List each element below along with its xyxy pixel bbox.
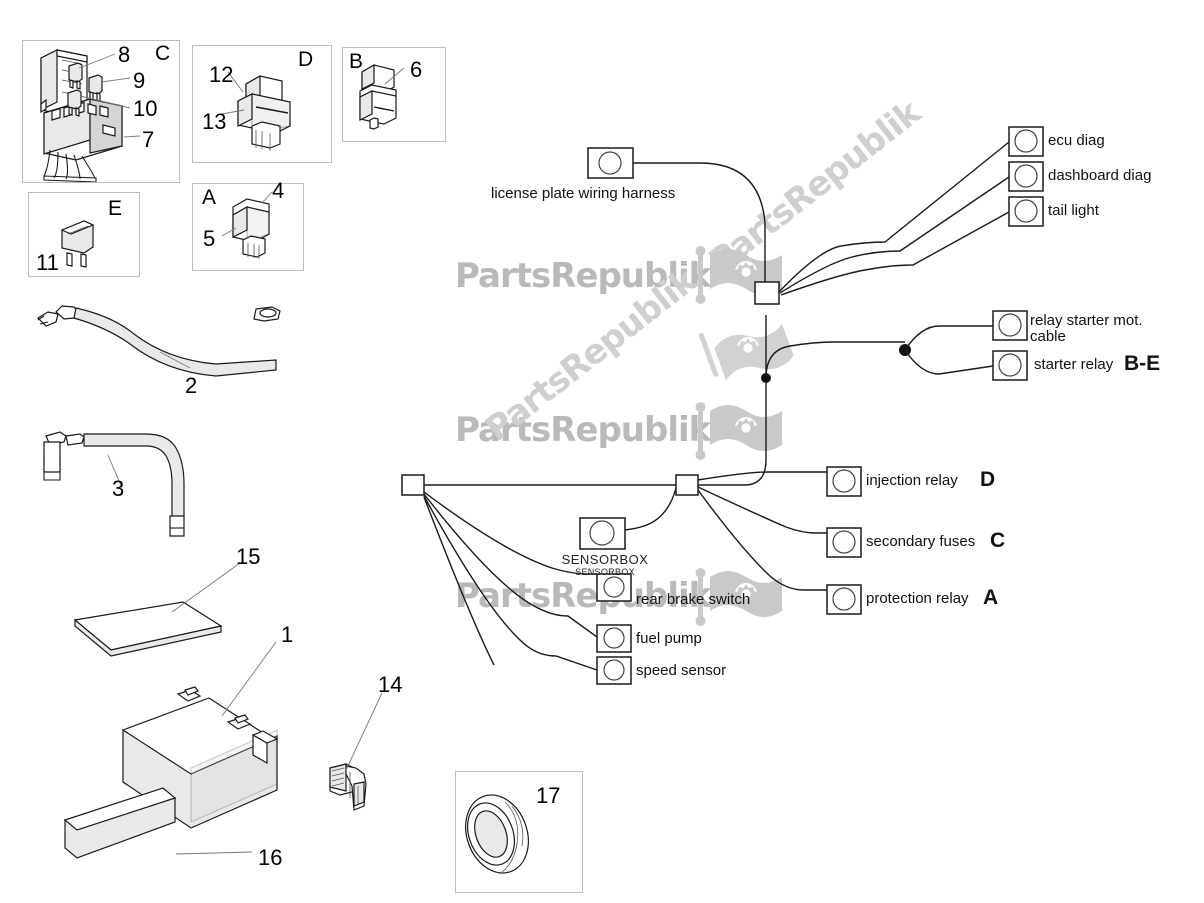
wire-ecu-diag	[778, 141, 1010, 293]
label-license-plate-wiring-harness: license plate wiring harness	[491, 185, 676, 202]
part-14-connector-art	[329, 692, 383, 811]
callout-11: 11	[36, 250, 59, 275]
part-2-battery-cable-art	[37, 305, 281, 377]
suffix-injection-relay-d: D	[980, 468, 996, 491]
wire-starter-relay	[904, 349, 994, 375]
callout-4: 4	[272, 178, 285, 203]
panel-17	[455, 771, 583, 893]
part-15-pad-art	[73, 562, 241, 657]
callout-9: 9	[133, 68, 146, 93]
connector-speed-sensor	[596, 656, 632, 685]
label-fuel-pump: fuel pump	[636, 630, 702, 647]
callout-14: 14	[378, 672, 403, 697]
junction-right	[675, 474, 699, 496]
callout-1: 1	[281, 622, 294, 647]
callout-10: 10	[133, 96, 158, 121]
panel-letter-e: E	[108, 197, 123, 220]
connector-tail-light	[1008, 196, 1044, 227]
wire-sensorbox	[619, 487, 677, 531]
label-tail-light: tail light	[1048, 202, 1099, 219]
callout-13: 13	[202, 109, 227, 134]
label-rear-brake-switch: rear brake switch	[636, 591, 751, 608]
suffix-starter-relay-b-e: B-E	[1124, 352, 1161, 375]
callout-15: 15	[236, 544, 261, 569]
callout-12: 12	[209, 62, 234, 87]
connector-injection-relay	[826, 466, 862, 497]
wire-left-extra	[423, 496, 495, 666]
wire-speed-sensor	[423, 495, 598, 671]
connector-secondary-fuses	[826, 527, 862, 558]
junction-left	[401, 474, 425, 496]
wire-secondary-fuses	[697, 486, 827, 534]
connector-sensorbox	[579, 517, 626, 550]
callout-5: 5	[203, 226, 216, 251]
junction-main	[754, 281, 780, 305]
connector-license-plate	[587, 147, 634, 179]
label-sensorbox-sub: SENSORBOX	[575, 567, 635, 577]
label-ecu-diag: ecu diag	[1048, 132, 1105, 149]
connector-rear-brake-switch	[596, 573, 632, 602]
panel-letter-b: B	[349, 50, 364, 73]
connector-starter-relay	[992, 350, 1028, 381]
wire-to-starter-fork	[765, 341, 905, 379]
label-sensorbox: SENSORBOX	[561, 552, 649, 567]
callout-2: 2	[185, 373, 198, 398]
panel-letter-a: A	[202, 186, 217, 209]
label-protection-relay: protection relay	[866, 590, 969, 607]
label-secondary-fuses: secondary fuses	[866, 533, 976, 550]
connector-protection-relay	[826, 584, 862, 615]
wire-protection-relay	[697, 489, 827, 591]
wire-tail-light	[780, 211, 1010, 296]
callout-3: 3	[112, 476, 125, 501]
diagram-canvas: PartsRepublik ⌁ PartsRepublik ⌁ PartsRep…	[0, 0, 1204, 903]
suffix-protection-relay-a: A	[983, 586, 999, 609]
wire-license-plate	[633, 162, 766, 293]
label-starter-relay: starter relay	[1034, 356, 1114, 373]
panel-letter-d: D	[298, 48, 314, 71]
callout-7: 7	[142, 127, 155, 152]
label-dashboard-diag: dashboard diag	[1048, 167, 1152, 184]
suffix-secondary-fuses-c: C	[990, 529, 1006, 552]
wire-relay-starter-cable	[904, 325, 993, 351]
connector-dashboard-diag	[1008, 161, 1044, 192]
panel-letter-c: C	[155, 42, 171, 65]
callout-16: 16	[258, 845, 283, 870]
connector-fuel-pump	[596, 624, 632, 653]
label-injection-relay: injection relay	[866, 472, 958, 489]
parts-linework: .ln{fill:none;stroke:#1a1a1a;stroke-widt…	[37, 49, 1044, 875]
label-relay-starter-mot-cable: relay starter mot. cable	[1030, 313, 1143, 345]
connector-relay-starter-cable	[992, 310, 1028, 341]
callout-17: 17	[536, 783, 561, 808]
label-relay-starter-line2: cable	[1030, 327, 1066, 345]
callout-6: 6	[410, 57, 423, 82]
callout-8: 8	[118, 42, 131, 67]
label-relay-starter-line1: relay starter mot.	[1030, 312, 1143, 329]
connector-ecu-diag	[1008, 126, 1044, 157]
label-speed-sensor: speed sensor	[636, 662, 727, 679]
